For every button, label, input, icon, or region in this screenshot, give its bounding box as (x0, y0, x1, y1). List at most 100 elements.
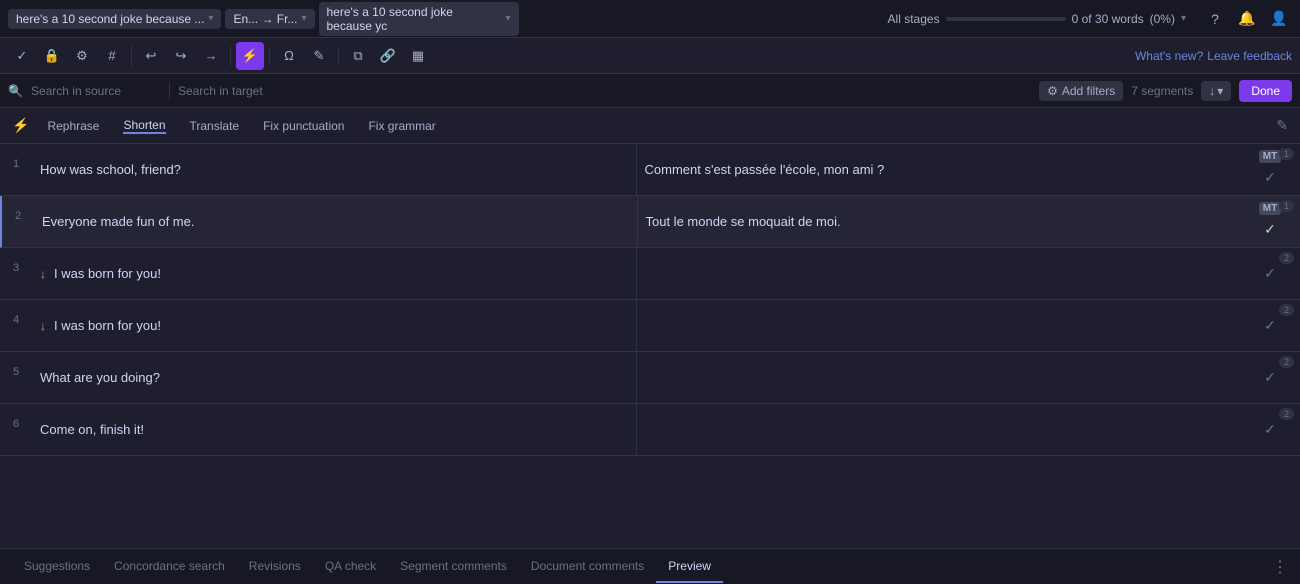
warning-icon: ↓ (40, 267, 46, 281)
source-text: Everyone made fun of me. (42, 214, 194, 229)
download-dropdown-icon: ▾ (1217, 84, 1223, 98)
table-row[interactable]: 5What are you doing?✓2 (0, 352, 1300, 404)
stages-label: All stages (888, 12, 940, 26)
source-text: I was born for you! (54, 266, 161, 281)
highlight-toolbar-icon[interactable]: ⚡ (236, 42, 264, 70)
lock-toolbar-icon[interactable]: 🔒 (38, 42, 66, 70)
segment-target[interactable] (637, 300, 1241, 351)
tag-toolbar-icon[interactable]: ⚙ (68, 42, 96, 70)
search-icon: 🔍 (8, 84, 23, 98)
word-count: 0 of 30 words (1072, 12, 1144, 26)
search-target-input[interactable] (178, 84, 308, 98)
segment-source: ↓I was born for you! (32, 300, 637, 351)
hash-toolbar-icon[interactable]: # (98, 42, 126, 70)
table-row[interactable]: 1 How was school, friend? Comment s'est pa… (0, 144, 1300, 196)
shorten-label: Shorten (123, 118, 165, 134)
bell-icon[interactable]: 🔔 (1234, 6, 1260, 32)
download-button[interactable]: ↓ ▾ (1201, 81, 1231, 101)
undo-toolbar-icon[interactable]: ↩ (137, 42, 165, 70)
bottom-tab-concordance-search[interactable]: Concordance search (102, 551, 237, 583)
segment-target[interactable]: Tout le monde se moquait de moi. (638, 196, 1241, 247)
segment-number: 5 (0, 352, 32, 403)
stages-section: All stages 0 of 30 words (0%) ▾ (888, 12, 1186, 26)
bottom-tab-document-comments[interactable]: Document comments (519, 551, 656, 583)
add-filters-button[interactable]: ⚙ Add filters (1039, 81, 1123, 101)
ai-tab-fix-grammar[interactable]: Fix grammar (358, 115, 445, 137)
segment-target[interactable]: Comment s'est passée l'école, mon ami ? (637, 144, 1241, 195)
project-dropdown-icon: ▾ (208, 13, 213, 24)
bottom-tabs: SuggestionsConcordance searchRevisionsQA… (0, 548, 1300, 584)
segment-number: 2 (2, 196, 34, 247)
confirm-toolbar-icon[interactable]: ✓ (8, 42, 36, 70)
segment-number: 4 (0, 300, 32, 351)
toolbar: ✓ 🔒 ⚙ # ↩ ↪ → ⚡ Ω ✎ ⧉ 🔗 ▦ What's new? Le… (0, 38, 1300, 74)
source-text: Come on, finish it! (40, 422, 144, 437)
search-divider (169, 83, 170, 99)
source-text: What are you doing? (40, 370, 160, 385)
stages-dropdown-icon: ▾ (1181, 13, 1186, 24)
help-icon[interactable]: ? (1202, 6, 1228, 32)
toolbar-divider-3 (269, 46, 270, 66)
split-toolbar-icon[interactable]: → (197, 42, 225, 70)
toolbar-divider-4 (338, 46, 339, 66)
confirm-segment-button[interactable]: ✓ (1258, 314, 1282, 338)
columns-toolbar-icon[interactable]: ▦ (404, 42, 432, 70)
lang-pair-selector[interactable]: En... → Fr... ▾ (225, 9, 314, 29)
segment-badge: 1 (1279, 148, 1294, 160)
bottom-tab-suggestions[interactable]: Suggestions (12, 551, 102, 583)
segment-target[interactable] (637, 404, 1241, 455)
merge-toolbar-icon[interactable]: ⧉ (344, 42, 372, 70)
mt-badge: MT (1259, 202, 1281, 215)
table-row[interactable]: 3 ↓ I was born for you! ✓2 (0, 248, 1300, 300)
bottom-tabs-more-icon[interactable]: ⋮ (1272, 557, 1288, 577)
ai-tab-translate[interactable]: Translate (180, 115, 250, 137)
bottom-tab-qa-check[interactable]: QA check (313, 551, 388, 583)
ai-tab-fix-punctuation[interactable]: Fix punctuation (253, 115, 354, 137)
segment-number: 1 (0, 144, 32, 195)
mt-badge: MT (1259, 150, 1281, 163)
source-text: How was school, friend? (40, 162, 181, 177)
whats-new-link[interactable]: What's new? (1135, 49, 1203, 63)
table-row[interactable]: 4↓I was born for you!✓2 (0, 300, 1300, 352)
filter-icon: ⚙ (1047, 84, 1058, 98)
ai-tab-shorten[interactable]: Shorten (113, 114, 175, 138)
redo-toolbar-icon[interactable]: ↪ (167, 42, 195, 70)
leave-feedback-link[interactable]: Leave feedback (1207, 49, 1292, 63)
confirm-segment-button[interactable]: ✓ (1258, 366, 1282, 390)
user-icon[interactable]: 👤 (1266, 6, 1292, 32)
segment-badge: 2 (1279, 252, 1294, 264)
search-source-input[interactable] (31, 84, 161, 98)
toolbar-right: What's new? Leave feedback (1135, 49, 1292, 63)
ai-toolbar: ⚡ Rephrase Shorten Translate Fix punctua… (0, 108, 1300, 144)
omega-toolbar-icon[interactable]: Ω (275, 42, 303, 70)
project-name: here's a 10 second joke because ... (16, 12, 204, 26)
search-bar: 🔍 ⚙ Add filters 7 segments ↓ ▾ Done (0, 74, 1300, 108)
target-name: here's a 10 second joke because yc (327, 5, 502, 33)
nav-icons: ? 🔔 👤 (1202, 6, 1292, 32)
bottom-tab-revisions[interactable]: Revisions (237, 551, 313, 583)
confirm-segment-button[interactable]: ✓ (1258, 418, 1282, 442)
confirm-segment-button[interactable]: ✓ (1258, 165, 1282, 189)
bottom-tab-segment-comments[interactable]: Segment comments (388, 551, 519, 583)
segment-target[interactable] (637, 248, 1241, 299)
edit-ai-icon[interactable]: ✎ (1276, 117, 1288, 134)
table-row[interactable]: 2 Everyone made fun of me. Tout le monde s… (0, 196, 1300, 248)
segment-table: 1 How was school, friend? Comment s'est pa… (0, 144, 1300, 548)
done-button[interactable]: Done (1239, 80, 1292, 102)
bottom-tab-preview[interactable]: Preview (656, 551, 723, 583)
segment-source: ↓ I was born for you! (32, 248, 637, 299)
link-toolbar-icon[interactable]: 🔗 (374, 42, 402, 70)
confirm-segment-button[interactable]: ✓ (1258, 262, 1282, 286)
table-row[interactable]: 6Come on, finish it!✓2 (0, 404, 1300, 456)
confirm-segment-button[interactable]: ✓ (1258, 217, 1282, 241)
segment-number: 3 (0, 248, 32, 299)
progress-bar (946, 17, 1066, 21)
lang-pair-dropdown-icon: ▾ (301, 13, 306, 24)
target-selector[interactable]: here's a 10 second joke because yc ▾ (319, 2, 519, 36)
ai-tab-rephrase[interactable]: Rephrase (37, 115, 109, 137)
project-selector[interactable]: here's a 10 second joke because ... ▾ (8, 9, 221, 29)
fix-grammar-label: Fix grammar (368, 119, 435, 133)
segment-badge: 1 (1279, 200, 1294, 212)
segment-target[interactable] (637, 352, 1241, 403)
pencil-toolbar-icon[interactable]: ✎ (305, 42, 333, 70)
